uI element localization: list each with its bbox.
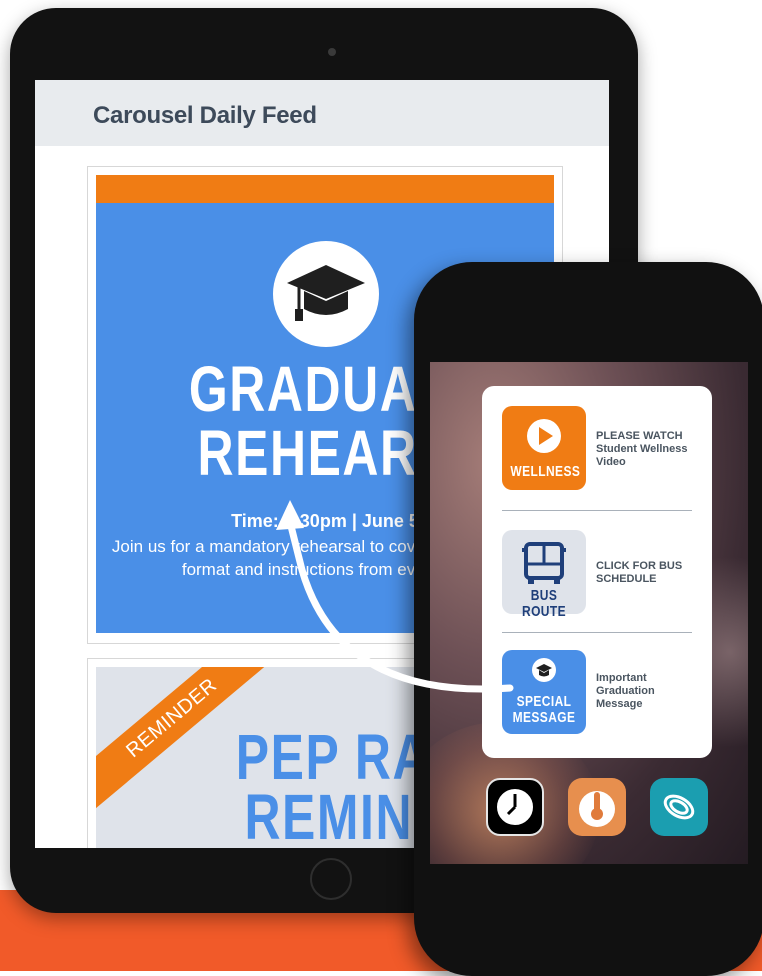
- tablet-home-button[interactable]: [310, 858, 352, 900]
- clock-app-icon[interactable]: [486, 778, 544, 836]
- bus-route-caption: BUS ROUTE: [522, 587, 566, 620]
- swirl-app-icon[interactable]: [650, 778, 708, 836]
- bus-route-label: CLICK FOR BUS SCHEDULE: [596, 560, 706, 586]
- wellness-label-caps: PLEASE WATCH: [596, 430, 683, 442]
- graduation-cap-icon: [273, 241, 379, 347]
- widget-item-wellness[interactable]: WELLNESS PLEASE WATCH Student Wellness V…: [502, 406, 696, 496]
- phone-screen: WELLNESS PLEASE WATCH Student Wellness V…: [430, 362, 748, 864]
- wellness-label: PLEASE WATCH Student Wellness Video: [596, 430, 696, 469]
- widget-divider: [502, 632, 692, 633]
- special-message-tile[interactable]: SPECIAL MESSAGE: [502, 650, 586, 734]
- special-caption-2: MESSAGE: [512, 709, 576, 726]
- special-caption-1: SPECIAL: [516, 693, 572, 710]
- swirl-icon: [663, 794, 695, 820]
- clock-icon: [495, 787, 535, 827]
- wellness-tile[interactable]: WELLNESS: [502, 406, 586, 490]
- tablet-camera: [328, 48, 336, 56]
- widget-item-special-message[interactable]: SPECIAL MESSAGE Important Graduation Mes…: [502, 650, 696, 740]
- feed-title: Carousel Daily Feed: [93, 102, 317, 129]
- phone-device: WELLNESS PLEASE WATCH Student Wellness V…: [414, 262, 762, 976]
- widget-item-bus-route[interactable]: BUS ROUTE CLICK FOR BUS SCHEDULE: [502, 530, 696, 620]
- special-message-label: Important Graduation Message: [596, 672, 655, 710]
- bus-route-label-caps: CLICK FOR BUS SCHEDULE: [596, 560, 683, 585]
- feed-header: Carousel Daily Feed: [35, 80, 609, 146]
- thermometer-app-icon[interactable]: [568, 778, 626, 836]
- bus-route-tile[interactable]: BUS ROUTE: [502, 530, 586, 620]
- carousel-widget: WELLNESS PLEASE WATCH Student Wellness V…: [482, 386, 712, 758]
- widget-divider: [502, 510, 692, 511]
- wellness-label-text: Student Wellness Video: [596, 443, 688, 468]
- thermometer-icon: [579, 791, 615, 827]
- card-top-bar: [96, 175, 554, 203]
- wellness-caption: WELLNESS: [510, 463, 581, 480]
